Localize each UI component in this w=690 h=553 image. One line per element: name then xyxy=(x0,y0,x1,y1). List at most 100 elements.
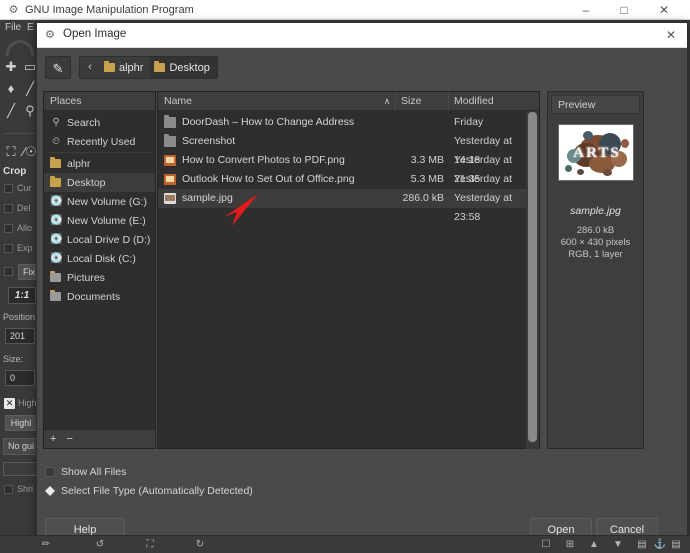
file-list-header: Name ∧ Size Modified xyxy=(158,92,539,111)
tool-row-1: ✚ ▭ xyxy=(0,58,40,80)
drive-icon: 💽 xyxy=(50,215,63,226)
shrink-label: Shri xyxy=(17,484,34,494)
redo-icon[interactable]: ↻ xyxy=(192,538,208,552)
column-header-modified[interactable]: Modified xyxy=(454,92,494,111)
expander-diamond-icon[interactable] xyxy=(45,486,55,496)
table-row[interactable]: Screenshot Yesterday at 14:18 xyxy=(158,132,539,166)
position-x-input[interactable]: 201 xyxy=(5,328,35,344)
column-header-name[interactable]: Name xyxy=(164,92,192,111)
crop-tool-icon[interactable]: ⛶ xyxy=(2,143,20,161)
menu-item-file[interactable]: File xyxy=(5,22,21,33)
undo-icon[interactable]: ↺ xyxy=(92,538,108,552)
file-name-cell: DoorDash – How to Change Address xyxy=(164,113,354,132)
annotation-arrow xyxy=(224,194,258,226)
checkbox-fixed[interactable] xyxy=(4,267,13,276)
checkbox-current[interactable] xyxy=(4,184,13,193)
folder-icon xyxy=(50,176,62,188)
file-name-label: Outlook How to Set Out of Office.png xyxy=(182,173,355,185)
table-row[interactable]: Outlook How to Set Out of Office.png 5.3… xyxy=(158,170,539,204)
table-row[interactable]: sample.jpg 286.0 kB Yesterday at 23:58 xyxy=(158,189,539,223)
place-label: Recently Used xyxy=(67,135,136,148)
places-header: Places xyxy=(44,92,155,111)
bucket-fill-tool-icon[interactable]: ♦ xyxy=(2,80,20,98)
brush-icon[interactable]: ✏ xyxy=(38,538,54,552)
places-divider xyxy=(48,152,151,153)
place-label: alphr xyxy=(67,157,91,170)
lower-layer-icon[interactable]: ▼ xyxy=(610,538,626,552)
type-a-file-name-icon[interactable]: ✎ xyxy=(45,56,71,79)
bottom-status-bar: ✏ ↺ ⛶ ↻ ☐ ⊞ ▲ ▼ ▤ ⚓ ▤ xyxy=(0,535,690,553)
place-item-pictures[interactable]: Pictures xyxy=(44,268,155,287)
sort-ascending-icon[interactable]: ∧ xyxy=(381,92,393,111)
place-item-search[interactable]: ⚲ Search xyxy=(44,113,155,132)
app-title-bar: ⚙ GNU Image Manipulation Program – □ ✕ xyxy=(0,0,690,20)
size-width-input[interactable]: 0 xyxy=(5,370,35,386)
dialog-close-button[interactable]: ✕ xyxy=(661,27,681,44)
aspect-ratio-field[interactable]: 1:1 xyxy=(8,287,36,304)
highlight-row: High xyxy=(0,396,40,413)
remove-place-button[interactable]: − xyxy=(67,433,73,445)
place-label: New Volume (G:) xyxy=(67,195,147,208)
show-all-files-label: Show All Files xyxy=(61,466,127,478)
duplicate-layer-icon[interactable]: ⊞ xyxy=(562,538,578,552)
close-button[interactable]: ✕ xyxy=(646,0,682,20)
place-label: Local Disk (C:) xyxy=(67,252,136,265)
breadcrumb-item-desktop[interactable]: Desktop xyxy=(150,57,217,78)
folder-icon xyxy=(104,61,115,72)
move-tool-icon[interactable]: ✚ xyxy=(2,58,20,76)
delete-layer-icon[interactable]: ▤ xyxy=(668,538,684,552)
place-item-local-drive-d[interactable]: 💽 Local Drive D (D:) xyxy=(44,230,155,249)
maximize-button[interactable]: □ xyxy=(606,0,642,20)
breadcrumb-back-button[interactable]: ‹ xyxy=(80,57,100,78)
table-row[interactable]: How to Convert Photos to PDF.png 3.3 MB … xyxy=(158,151,539,185)
select-file-type-label: Select File Type (Automatically Detected… xyxy=(61,485,253,497)
place-item-new-volume-e[interactable]: 💽 New Volume (E:) xyxy=(44,211,155,230)
guides-dropdown[interactable]: No gui xyxy=(3,438,39,455)
table-row[interactable]: DoorDash – How to Change Address Friday xyxy=(158,113,539,132)
place-item-new-volume-g[interactable]: 💽 New Volume (G:) xyxy=(44,192,155,211)
place-item-local-disk-c[interactable]: 💽 Local Disk (C:) xyxy=(44,249,155,268)
column-header-size[interactable]: Size xyxy=(401,92,421,111)
checkbox-allow[interactable] xyxy=(4,224,13,233)
place-item-documents[interactable]: Documents xyxy=(44,287,155,306)
png-file-icon xyxy=(164,155,176,166)
checkbox-shrink[interactable] xyxy=(4,485,13,494)
checkbox-delete[interactable] xyxy=(4,204,13,213)
place-item-alphr[interactable]: alphr xyxy=(44,154,155,173)
tool-option-label: Exp xyxy=(17,243,33,253)
tool-option-allow[interactable]: Allo xyxy=(0,221,40,238)
place-label: Desktop xyxy=(67,176,106,189)
folder-icon xyxy=(50,157,62,169)
checkbox-box[interactable] xyxy=(45,467,55,477)
menu-item-edit[interactable]: E xyxy=(27,22,34,33)
add-place-button[interactable]: + xyxy=(50,433,56,445)
place-item-desktop[interactable]: Desktop xyxy=(44,173,155,192)
merge-layer-icon[interactable]: ▤ xyxy=(634,538,650,552)
column-divider[interactable] xyxy=(395,92,396,111)
scrollbar-thumb[interactable] xyxy=(528,112,537,442)
minimize-button[interactable]: – xyxy=(568,0,604,20)
pencil-tool-icon[interactable]: ╱ xyxy=(2,102,20,120)
drive-icon: 💽 xyxy=(50,196,63,207)
place-item-recently-used[interactable]: ⏲ Recently Used xyxy=(44,132,155,151)
file-name-cell: Outlook How to Set Out of Office.png xyxy=(164,170,355,189)
checkbox-expand[interactable] xyxy=(4,244,13,253)
image-icon[interactable]: ⛶ xyxy=(142,538,158,552)
tool-option-delete[interactable]: Del xyxy=(0,201,40,218)
highlight-button[interactable]: Highl xyxy=(5,415,37,431)
raise-layer-icon[interactable]: ▲ xyxy=(586,538,602,552)
anchor-layer-icon[interactable]: ⚓ xyxy=(652,538,668,552)
file-list-scrollbar[interactable] xyxy=(526,111,539,449)
toolbox-arc-decor xyxy=(6,40,34,56)
tool-option-expand[interactable]: Exp xyxy=(0,241,40,258)
new-layer-icon[interactable]: ☐ xyxy=(538,538,554,552)
tool-option-label: Del xyxy=(17,203,31,213)
path-bar: ✎ ‹ alphr Desktop xyxy=(37,48,687,88)
tool-option-shrink[interactable]: Shri xyxy=(0,482,40,499)
tool-option-current[interactable]: Cur xyxy=(0,181,40,198)
app-title: GNU Image Manipulation Program xyxy=(25,4,194,16)
column-divider[interactable] xyxy=(448,92,449,111)
breadcrumb-item-alphr[interactable]: alphr xyxy=(100,57,150,78)
dialog-title: Open Image xyxy=(63,28,127,40)
place-label: Pictures xyxy=(67,271,105,284)
